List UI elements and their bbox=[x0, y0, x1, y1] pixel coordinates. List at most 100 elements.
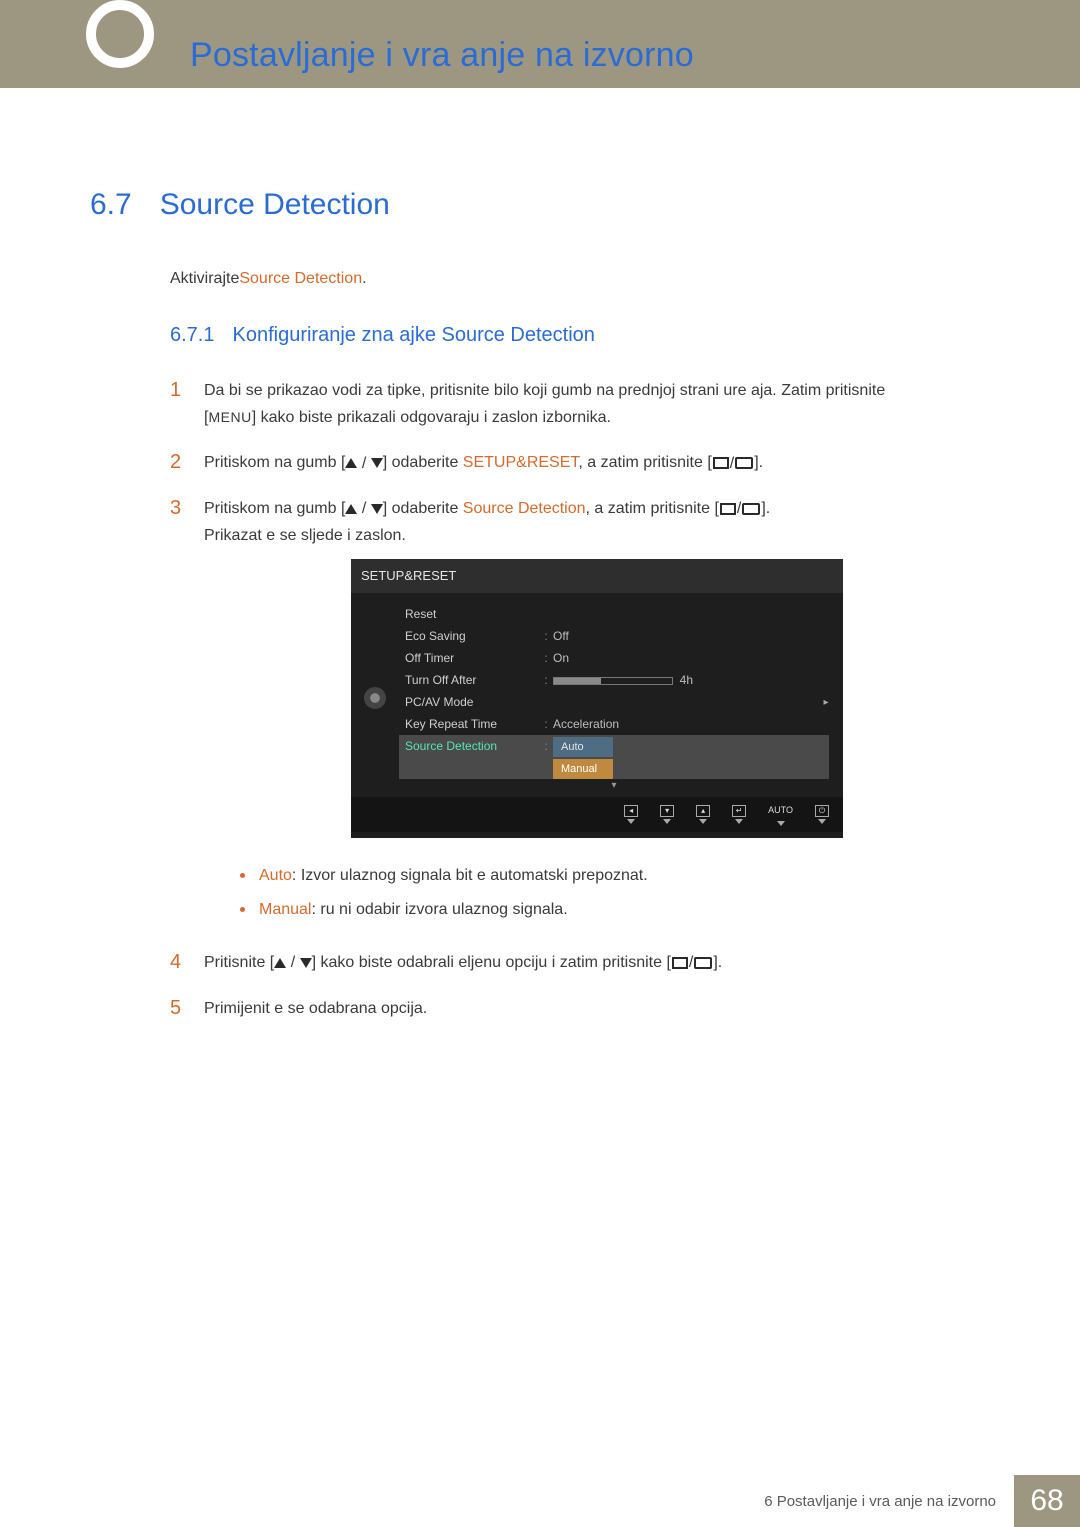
osd-title: SETUP&RESET bbox=[351, 559, 843, 593]
enter-icon: / bbox=[719, 495, 761, 522]
bullet-rest: : Izvor ulaznog signala bit e automatski… bbox=[292, 867, 648, 884]
bullet-highlight: Manual bbox=[259, 901, 311, 918]
page-footer: 6 Postavljanje i vra anje na izvorno 68 bbox=[746, 1475, 1080, 1527]
osd-label: Eco Saving bbox=[399, 626, 539, 646]
gear-icon bbox=[364, 687, 386, 709]
osd-nav-down-icon: ▾ bbox=[660, 805, 674, 824]
osd-body: Reset Eco Saving : Off Off Timer : On bbox=[351, 593, 843, 797]
osd-label: PC/AV Mode bbox=[399, 692, 539, 712]
osd-value: 4h bbox=[553, 670, 829, 690]
osd-value: Manual bbox=[553, 758, 829, 780]
step3-extra: Prikazat e se sljede i zaslon. bbox=[204, 527, 406, 544]
up-down-icon: / bbox=[274, 949, 311, 976]
step3-post1: , a zatim pritisnite [ bbox=[586, 500, 719, 517]
step-number: 2 bbox=[170, 449, 188, 476]
header-bar: Postavljanje i vra anje na izvorno bbox=[0, 0, 1080, 88]
intro-prefix: Aktivirajte bbox=[170, 270, 239, 287]
osd-row-offtimer: Off Timer : On bbox=[399, 647, 829, 669]
osd-label: Off Timer bbox=[399, 648, 539, 668]
bullet-auto: Auto: Izvor ulaznog signala bit e automa… bbox=[240, 862, 990, 891]
up-down-icon: / bbox=[345, 450, 382, 477]
osd-slider bbox=[553, 677, 673, 685]
page-title: Postavljanje i vra anje na izvorno bbox=[190, 36, 694, 75]
osd-nav-auto: AUTO bbox=[768, 803, 793, 825]
step3-highlight: Source Detection bbox=[463, 500, 586, 517]
osd-sidebar bbox=[361, 603, 389, 793]
osd-value: On bbox=[553, 648, 829, 668]
subsection-heading: 6.7.1 Konfiguriranje zna ajke Source Det… bbox=[170, 324, 990, 347]
enter-icon: / bbox=[712, 450, 754, 477]
osd-screenshot: SETUP&RESET Reset Eco Saving : bbox=[351, 559, 843, 837]
osd-row-sourcedetection: Source Detection : Auto bbox=[399, 735, 829, 757]
osd-row-turnoff: Turn Off After : 4h bbox=[399, 669, 829, 691]
step-body: Primijenit e se odabrana opcija. bbox=[204, 995, 990, 1022]
osd-row-keyrepeat: Key Repeat Time : Acceleration bbox=[399, 713, 829, 735]
osd-colon: : bbox=[539, 736, 553, 756]
osd-footer: ◂ ▾ ▴ ↵ AUTO ⏻ bbox=[351, 797, 843, 831]
bullet-text: Manual: ru ni odabir izvora ulaznog sign… bbox=[259, 896, 568, 925]
step1-line2-post: ] kako biste prikazali odgovaraju i zasl… bbox=[252, 409, 611, 426]
enter-icon: / bbox=[671, 949, 713, 976]
osd-row-pcav: PC/AV Mode ▸ bbox=[399, 691, 829, 713]
osd-colon: : bbox=[539, 648, 553, 668]
step-number: 3 bbox=[170, 495, 188, 932]
intro-suffix: . bbox=[362, 270, 366, 287]
subsection-title: Konfiguriranje zna ajke Source Detection bbox=[232, 324, 594, 347]
osd-colon: : bbox=[539, 714, 553, 734]
step-body: Pritiskom na gumb [ / ] odaberite Source… bbox=[204, 495, 990, 932]
osd-nav-power-icon: ⏻ bbox=[815, 805, 829, 824]
step-number: 4 bbox=[170, 949, 188, 976]
osd-row-sourcedetection-2: Manual bbox=[399, 757, 829, 779]
section-number: 6.7 bbox=[90, 188, 132, 222]
intro-text: AktivirajteSource Detection. bbox=[170, 270, 990, 288]
osd-value: Auto bbox=[553, 736, 829, 758]
step-4: 4 Pritisnite [ / ] kako biste odabrali e… bbox=[170, 949, 990, 976]
osd-label: Key Repeat Time bbox=[399, 714, 539, 734]
osd-nav-up-icon: ▴ bbox=[696, 805, 710, 824]
step-3: 3 Pritiskom na gumb [ / ] odaberite Sour… bbox=[170, 495, 990, 932]
step3-mid: ] odaberite bbox=[383, 500, 463, 517]
osd-list: Reset Eco Saving : Off Off Timer : On bbox=[399, 603, 829, 793]
osd-row-reset: Reset bbox=[399, 603, 829, 625]
step2-mid: ] odaberite bbox=[383, 454, 463, 471]
step2-post1: , a zatim pritisnite [ bbox=[578, 454, 711, 471]
step5-text: Primijenit e se odabrana opcija. bbox=[204, 1000, 427, 1017]
up-down-icon: / bbox=[345, 495, 382, 522]
osd-down-caret: ▾ bbox=[399, 779, 829, 793]
subsection-number: 6.7.1 bbox=[170, 324, 214, 347]
osd-nav-enter-icon: ↵ bbox=[732, 805, 746, 824]
bullet-manual: Manual: ru ni odabir izvora ulaznog sign… bbox=[240, 896, 990, 925]
osd-option-manual: Manual bbox=[553, 759, 613, 780]
step-5: 5 Primijenit e se odabrana opcija. bbox=[170, 995, 990, 1022]
steps-list: 1 Da bi se prikazao vodi za tipke, priti… bbox=[170, 377, 990, 1022]
osd-colon: : bbox=[539, 670, 553, 690]
step-body: Pritiskom na gumb [ / ] odaberite SETUP&… bbox=[204, 449, 990, 476]
step-body: Pritisnite [ / ] kako biste odabrali elj… bbox=[204, 949, 990, 976]
osd-row-eco: Eco Saving : Off bbox=[399, 625, 829, 647]
menu-key: MENU bbox=[208, 409, 251, 425]
content-area: 6.7 Source Detection AktivirajteSource D… bbox=[0, 88, 1080, 1022]
step-number: 5 bbox=[170, 995, 188, 1022]
step1-line1: Da bi se prikazao vodi za tipke, pritisn… bbox=[204, 382, 885, 399]
bullet-list: Auto: Izvor ulaznog signala bit e automa… bbox=[240, 862, 990, 926]
step-number: 1 bbox=[170, 377, 188, 431]
chapter-ring-icon bbox=[86, 0, 154, 68]
osd-nav-left-icon: ◂ bbox=[624, 805, 638, 824]
intro-highlight: Source Detection bbox=[239, 270, 362, 287]
step2-pre: Pritiskom na gumb [ bbox=[204, 454, 345, 471]
osd-value: Acceleration bbox=[553, 714, 829, 734]
step-2: 2 Pritiskom na gumb [ / ] odaberite SETU… bbox=[170, 449, 990, 476]
step3-pre: Pritiskom na gumb [ bbox=[204, 500, 345, 517]
step-1: 1 Da bi se prikazao vodi za tipke, priti… bbox=[170, 377, 990, 431]
osd-value: Off bbox=[553, 626, 829, 646]
bullet-rest: : ru ni odabir izvora ulaznog signala. bbox=[311, 901, 567, 918]
osd-colon: : bbox=[539, 626, 553, 646]
section-heading: 6.7 Source Detection bbox=[90, 188, 990, 222]
bullet-dot-icon bbox=[240, 873, 245, 878]
footer-page-number: 68 bbox=[1014, 1475, 1080, 1527]
section-title: Source Detection bbox=[160, 188, 390, 222]
step4-pre: Pritisnite [ bbox=[204, 954, 274, 971]
osd-label: Reset bbox=[399, 604, 539, 624]
step2-highlight: SETUP&RESET bbox=[463, 454, 579, 471]
step4-post: ]. bbox=[713, 954, 722, 971]
